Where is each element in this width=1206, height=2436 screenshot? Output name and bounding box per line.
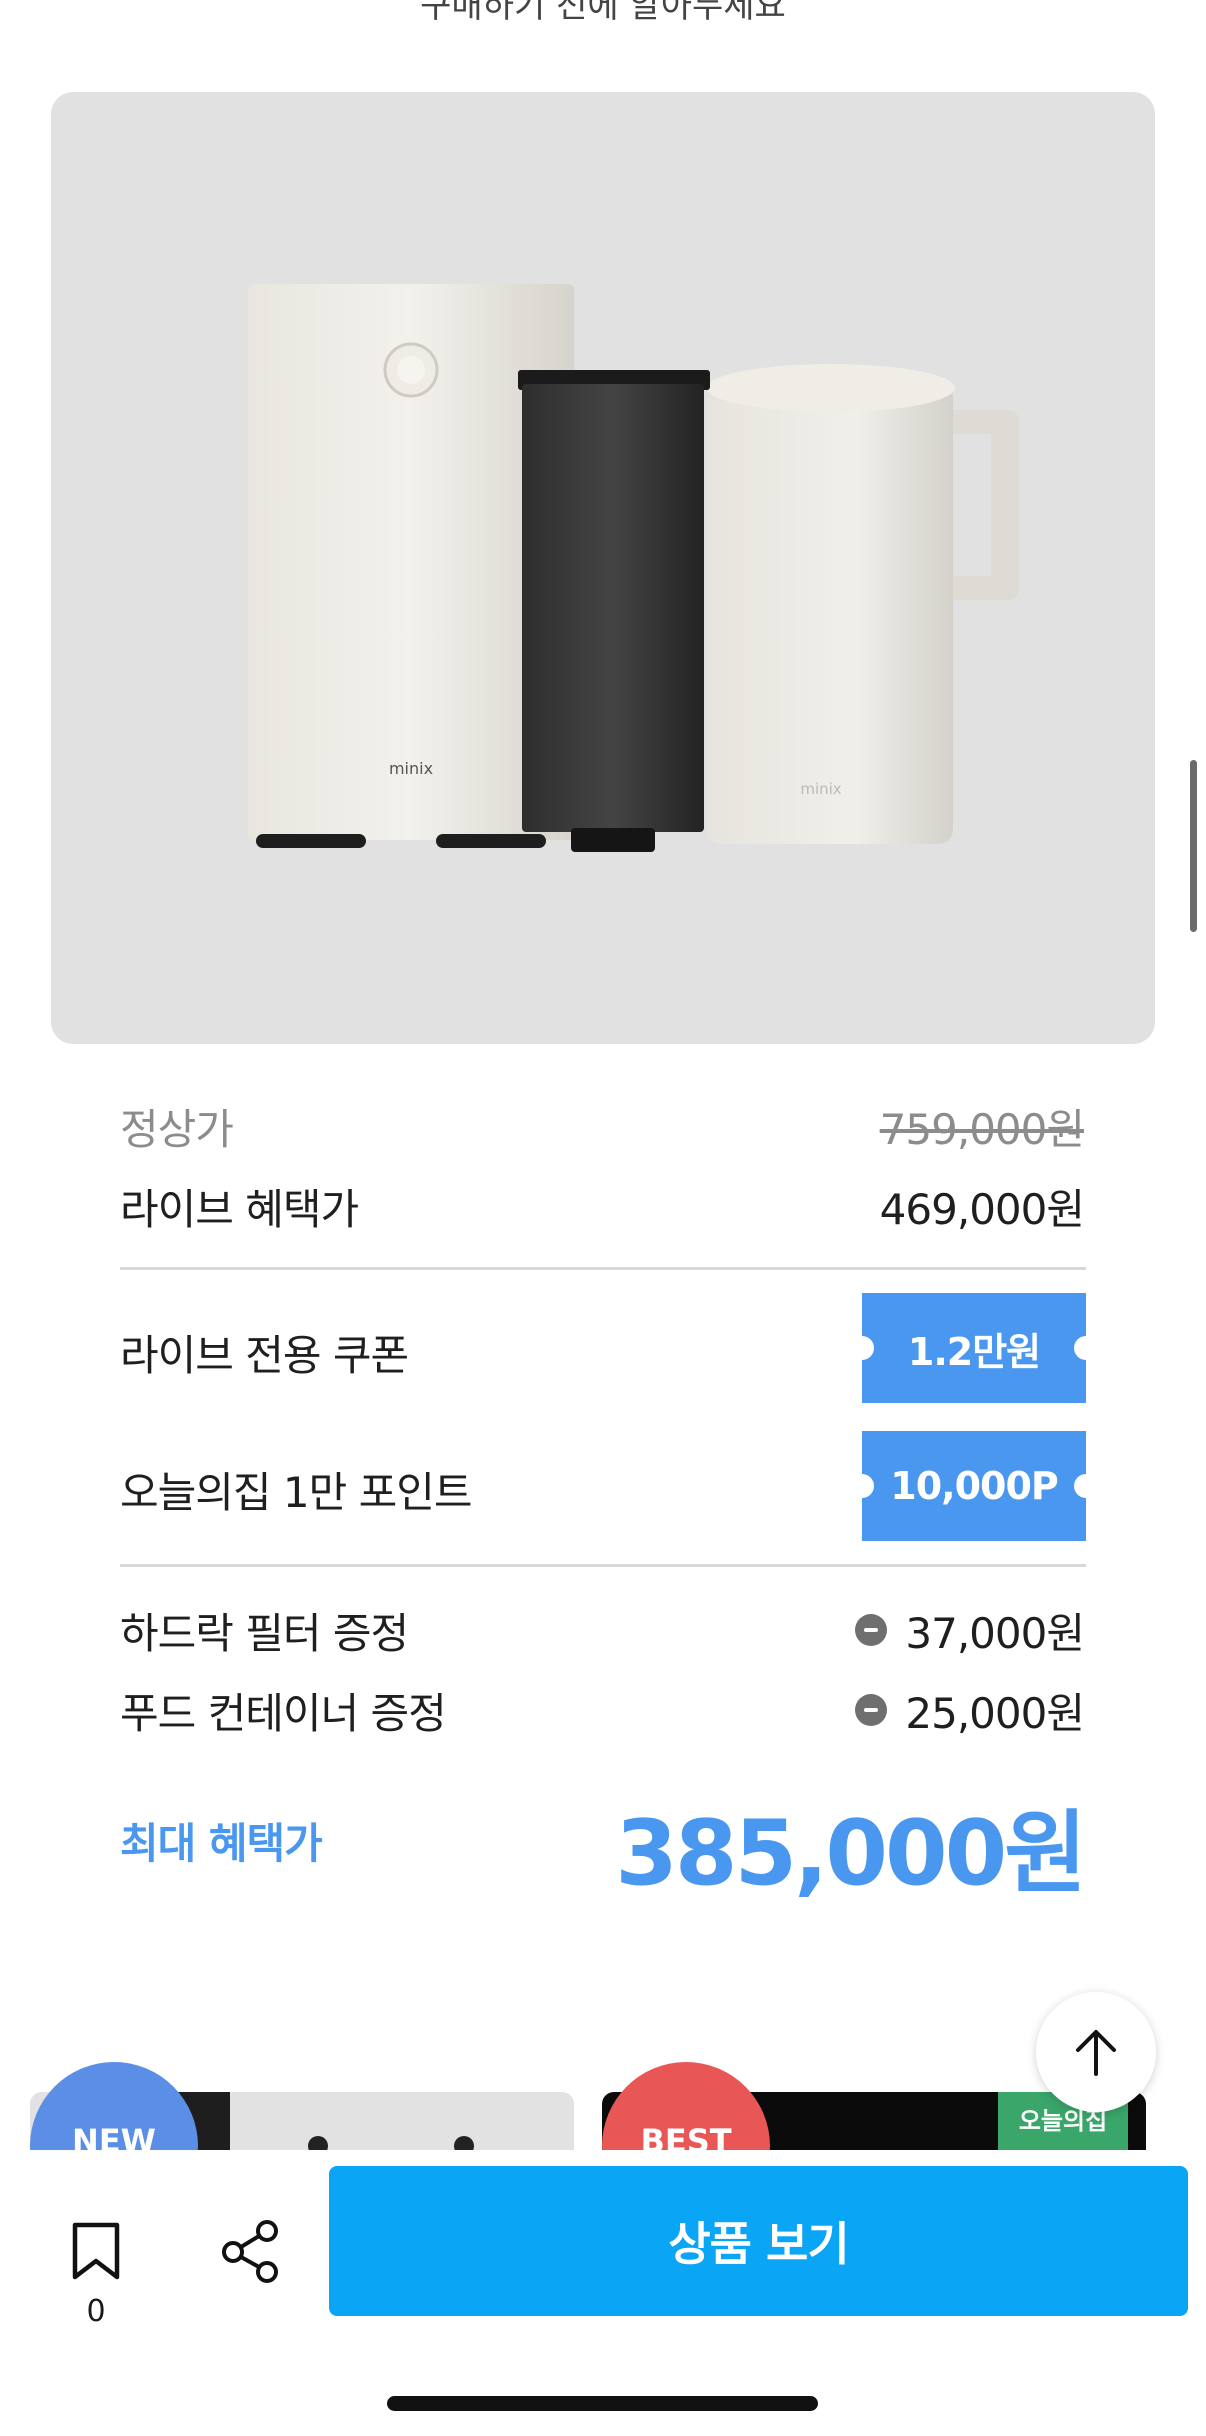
max-benefit-value: 385,000원	[615, 1801, 1087, 1906]
live-price-row: 라이브 혜택가 469,000원	[120, 1176, 1085, 1236]
regular-price-value: 759,000원	[879, 1104, 1085, 1154]
bookmark-button[interactable]: 0	[64, 2220, 128, 2330]
scroll-indicator[interactable]	[1190, 760, 1197, 932]
coupon-tag-points[interactable]: 10,000P	[850, 1431, 1098, 1541]
regular-price-row: 정상가 759,000원	[120, 1096, 1085, 1156]
view-product-button[interactable]: 상품 보기	[329, 2166, 1188, 2316]
section-header-partial: 구매하기 전에 알아두세요	[420, 0, 786, 26]
share-icon	[222, 2220, 278, 2283]
svg-text:minix: minix	[389, 759, 433, 778]
arrow-up-icon	[1076, 2030, 1116, 2076]
gift-label: 하드락 필터 증정	[120, 1608, 409, 1658]
live-price-label: 라이브 혜택가	[120, 1184, 359, 1234]
max-benefit-label: 최대 혜택가	[120, 1819, 323, 1868]
live-price-value: 469,000원	[879, 1184, 1085, 1234]
scroll-to-top-button[interactable]	[1036, 1992, 1156, 2112]
minus-icon	[855, 1694, 888, 1726]
gift-value: 37,000원	[905, 1608, 1085, 1658]
coupon-label-points: 오늘의집 1만 포인트	[120, 1468, 473, 1517]
minus-icon	[855, 1614, 888, 1646]
divider	[120, 1564, 1086, 1567]
coupon-label-live: 라이브 전용 쿠폰	[120, 1331, 409, 1380]
bookmark-count: 0	[86, 2294, 106, 2329]
product-image[interactable]: minix minix	[51, 92, 1155, 1044]
share-button[interactable]	[216, 2216, 286, 2286]
coupon-tag-live[interactable]: 1.2만원	[850, 1293, 1098, 1403]
gift-row-container: 푸드 컨테이너 증정 25,000원	[120, 1680, 1085, 1740]
gift-row-filter: 하드락 필터 증정 37,000원	[120, 1600, 1085, 1660]
home-indicator	[387, 2396, 818, 2411]
water-purifier-illustration: minix minix	[248, 284, 1019, 852]
divider	[120, 1267, 1086, 1270]
bookmark-icon	[72, 2222, 120, 2280]
gift-label: 푸드 컨테이너 증정	[120, 1688, 447, 1738]
svg-text:minix: minix	[800, 780, 841, 798]
gift-value: 25,000원	[905, 1688, 1085, 1738]
regular-price-label: 정상가	[120, 1104, 234, 1154]
